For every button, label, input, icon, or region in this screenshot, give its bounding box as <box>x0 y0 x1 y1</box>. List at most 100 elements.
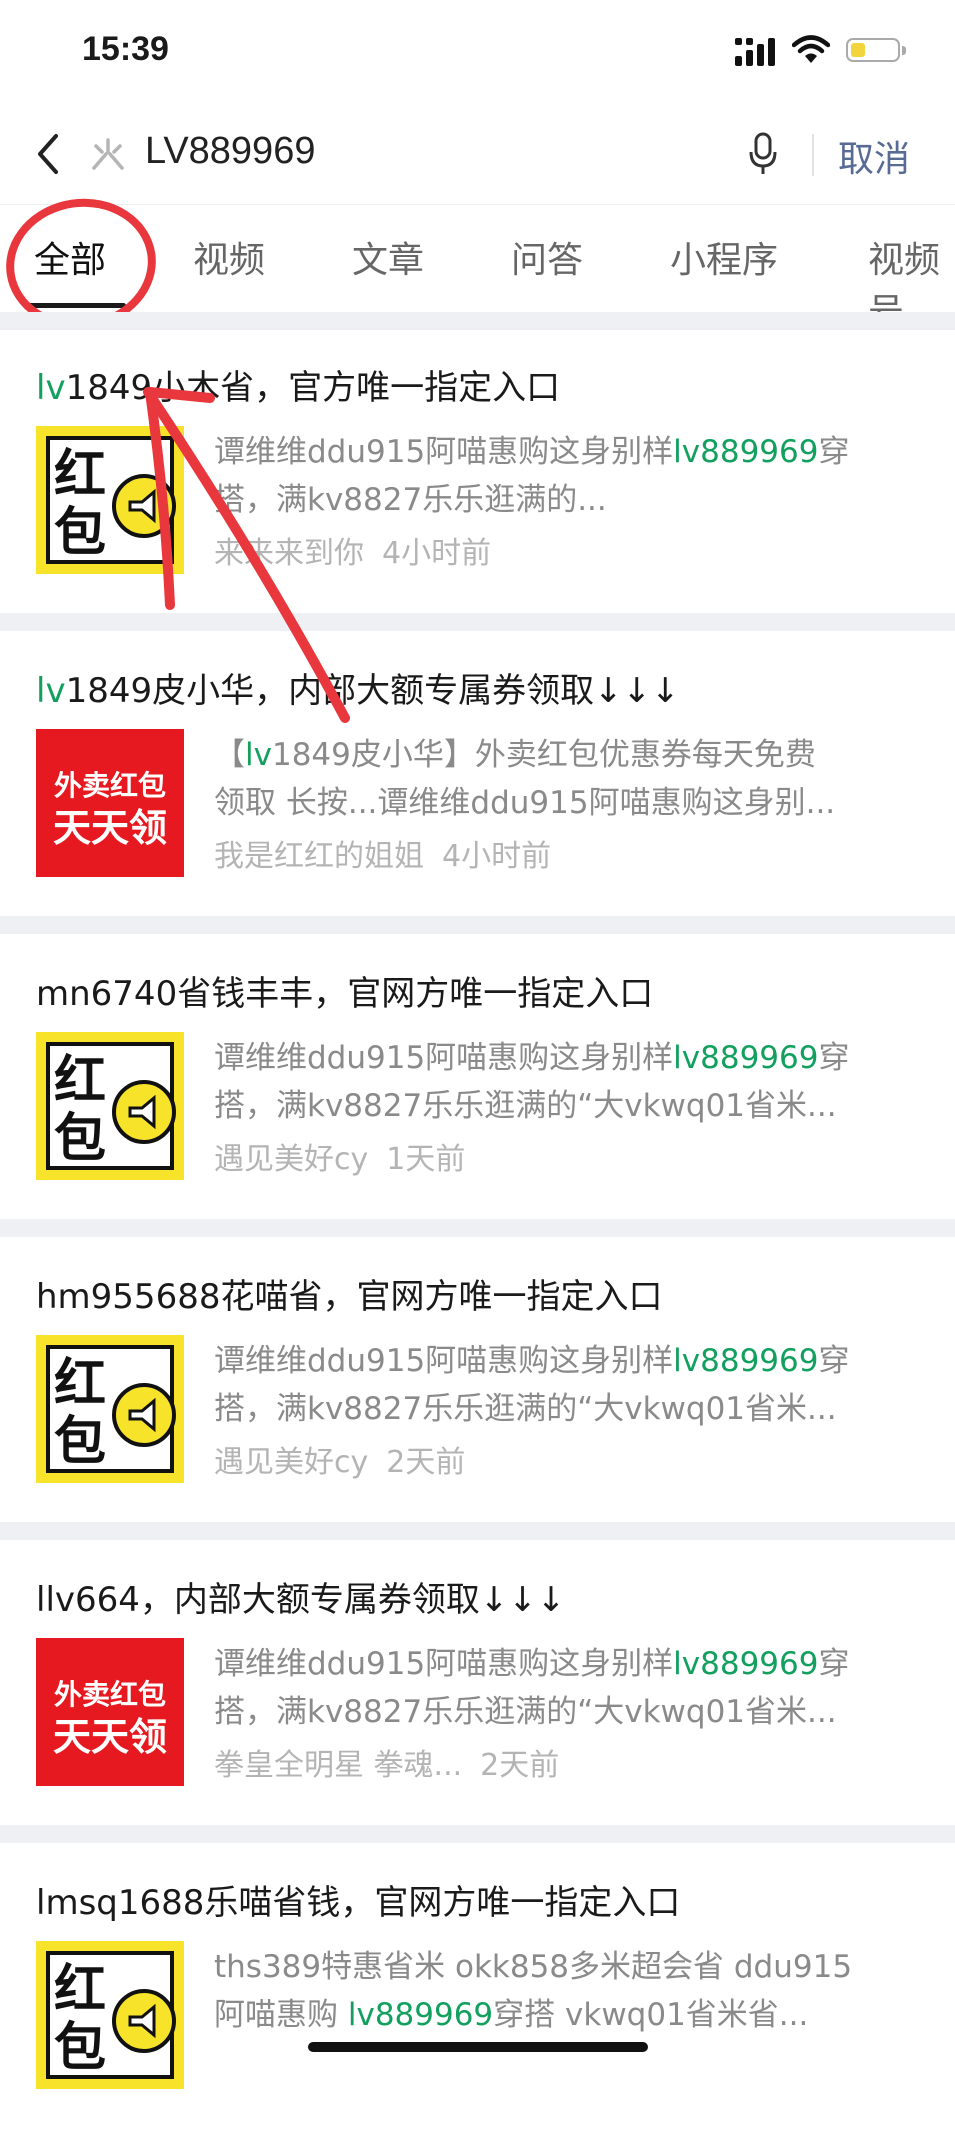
title-text: hm955688花喵省，官网方唯一指定入口 <box>36 1277 663 1317</box>
thumb-text-bottom: 包 <box>54 2018 106 2078</box>
result-item[interactable]: mn6740省钱丰丰，官网方唯一指定入口红包谭维维ddu915阿喵惠购这身别样l… <box>0 936 955 1221</box>
thumb-text-top: 红 <box>54 1960 106 2020</box>
result-time: 1天前 <box>386 1142 466 1177</box>
result-time: 2天前 <box>386 1445 466 1480</box>
result-meta: 遇见美好cy 1天前 <box>214 1134 465 1178</box>
title-text: 1849小木省，官方唯一指定入口 <box>65 368 561 408</box>
waimai-hongbao-thumbnail-icon: 外卖红包天天领 <box>36 729 184 877</box>
result-thumbnail[interactable]: 红包 <box>36 426 184 574</box>
status-bar: 15:39 <box>0 0 955 100</box>
title-highlight: lv <box>36 671 66 711</box>
thumb-text-top: 外卖红包 <box>54 1678 166 1711</box>
result-summary: 谭维维ddu915阿喵惠购这身别样lv889969穿 搭，满kv8827乐乐逛满的… <box>214 1034 914 1130</box>
filter-tabs: 全部 视频 文章 问答 小程序 视频号 <box>0 189 955 339</box>
section-separator <box>0 312 955 330</box>
wifi-icon <box>792 35 830 63</box>
result-thumbnail[interactable]: 红包 <box>36 1032 184 1180</box>
result-author: 拳皇全明星 拳魂... <box>214 1748 463 1783</box>
home-indicator[interactable] <box>308 2042 648 2052</box>
result-summary: 谭维维ddu915阿喵惠购这身别样lv889969穿 搭，满kv8827乐乐逛满的… <box>214 428 914 524</box>
result-separator <box>0 613 955 631</box>
title-highlight: lv <box>36 368 66 408</box>
summary-line-1: 谭维维ddu915阿喵惠购这身别样lv889969穿 <box>214 1343 850 1379</box>
result-time: 4小时前 <box>442 839 552 874</box>
result-time: 2天前 <box>480 1748 560 1783</box>
thumb-text-bottom: 包 <box>54 1109 106 1169</box>
thumb-text-bottom: 天天领 <box>53 806 167 850</box>
title-text: lmsq1688乐喵省钱，官网方唯一指定入口 <box>36 1883 681 1923</box>
result-meta: 遇见美好cy 2天前 <box>214 1437 465 1481</box>
search-input[interactable]: LV889969 <box>145 130 315 173</box>
result-thumbnail[interactable]: 外卖红包 天天领 <box>36 1638 184 1786</box>
divider <box>812 134 814 176</box>
search-bar: LV889969 取消 <box>0 110 955 202</box>
thumb-text-bottom: 包 <box>54 503 106 563</box>
summary-line-1: 【lv1849皮小华】外卖红包优惠券每天免费 <box>214 737 816 773</box>
result-title[interactable]: lv1849皮小华，内部大额专属券领取↓↓↓ <box>36 663 680 712</box>
title-text: mn6740省钱丰丰，官网方唯一指定入口 <box>36 974 654 1014</box>
red-envelope-thumbnail-icon: 红包 <box>36 1941 184 2089</box>
result-title[interactable]: lmsq1688乐喵省钱，官网方唯一指定入口 <box>36 1875 680 1924</box>
result-summary: 谭维维ddu915阿喵惠购这身别样lv889969穿 搭，满kv8827乐乐逛满的… <box>214 1337 914 1433</box>
summary-line-2: 搭，满kv8827乐乐逛满的... <box>214 482 607 518</box>
result-author: 来来来到你 <box>214 536 364 571</box>
red-envelope-thumbnail-icon: 红包 <box>36 426 184 574</box>
thumb-text-top: 外卖红包 <box>54 769 166 802</box>
result-separator <box>0 916 955 934</box>
result-meta <box>214 2043 232 2078</box>
battery-icon <box>846 38 906 62</box>
summary-line-2: 阿喵惠购 lv889969穿搭 vkwq01省米省... <box>214 1997 809 2033</box>
summary-line-1: 谭维维ddu915阿喵惠购这身别样lv889969穿 <box>214 1040 850 1076</box>
tab-qa[interactable]: 问答 <box>511 231 583 283</box>
thumb-text-bottom: 包 <box>54 1412 106 1472</box>
thumb-text-top: 红 <box>54 1051 106 1111</box>
thumb-text-bottom: 天天领 <box>53 1715 167 1759</box>
result-separator <box>0 1825 955 1843</box>
result-separator <box>0 1219 955 1237</box>
microphone-icon[interactable] <box>748 130 778 176</box>
summary-line-1: ths389特惠省米 okk858多米超会省 ddu915 <box>214 1949 853 1985</box>
result-title[interactable]: mn6740省钱丰丰，官网方唯一指定入口 <box>36 966 653 1015</box>
tab-video[interactable]: 视频 <box>193 231 265 283</box>
summary-line-2: 搭，满kv8827乐乐逛满的“大vkwq01省米... <box>214 1088 837 1124</box>
result-meta: 我是红红的姐姐 4小时前 <box>214 831 551 875</box>
red-envelope-thumbnail-icon: 红包 <box>36 1335 184 1483</box>
thumb-text-top: 红 <box>54 445 106 505</box>
summary-line-2: 搭，满kv8827乐乐逛满的“大vkwq01省米... <box>214 1694 837 1730</box>
result-summary: 【lv1849皮小华】外卖红包优惠券每天免费 领取 长按...谭维维ddu915阿… <box>214 731 914 827</box>
red-envelope-thumbnail-icon: 红包 <box>36 1032 184 1180</box>
result-meta: 来来来到你 4小时前 <box>214 528 491 572</box>
result-item[interactable]: hm955688花喵省，官网方唯一指定入口红包谭维维ddu915阿喵惠购这身别样… <box>0 1239 955 1524</box>
result-title[interactable]: llv664，内部大额专属券领取↓↓↓ <box>36 1572 565 1621</box>
summary-line-1: 谭维维ddu915阿喵惠购这身别样lv889969穿 <box>214 434 850 470</box>
search-sou-icon <box>92 138 124 170</box>
cancel-button[interactable]: 取消 <box>838 130 910 182</box>
tab-article[interactable]: 文章 <box>352 231 424 283</box>
waimai-hongbao-thumbnail-icon: 外卖红包天天领 <box>36 1638 184 1786</box>
result-summary: ths389特惠省米 okk858多米超会省 ddu915 阿喵惠购 lv8899… <box>214 1943 914 2039</box>
result-summary: 谭维维ddu915阿喵惠购这身别样lv889969穿 搭，满kv8827乐乐逛满的… <box>214 1640 914 1736</box>
result-item[interactable]: lv1849皮小华，内部大额专属券领取↓↓↓ 外卖红包 天天领 【lv1849皮小华】… <box>0 633 955 918</box>
result-author: 我是红红的姐姐 <box>214 839 424 874</box>
summary-line-2: 搭，满kv8827乐乐逛满的“大vkwq01省米... <box>214 1391 837 1427</box>
result-title[interactable]: hm955688花喵省，官网方唯一指定入口 <box>36 1269 662 1318</box>
cellular-signal-icon <box>735 38 775 66</box>
title-text: llv664，内部大额专属券领取↓↓↓ <box>36 1580 566 1620</box>
result-meta: 拳皇全明星 拳魂... 2天前 <box>214 1740 559 1784</box>
result-thumbnail[interactable]: 红包 <box>36 1941 184 2089</box>
result-item[interactable]: lmsq1688乐喵省钱，官网方唯一指定入口红包 ths389特惠省米 okk85… <box>0 1845 955 2130</box>
result-author: 遇见美好cy <box>214 1142 369 1177</box>
tab-mini-program[interactable]: 小程序 <box>670 231 778 283</box>
result-title[interactable]: lv1849小木省，官方唯一指定入口 <box>36 360 560 409</box>
result-item[interactable]: lv1849小木省，官方唯一指定入口红包谭维维ddu915阿喵惠购这身别样lv8… <box>0 330 955 615</box>
summary-line-2: 领取 长按...谭维维ddu915阿喵惠购这身别... <box>214 785 836 821</box>
back-arrow-icon[interactable] <box>30 130 70 178</box>
result-author: 遇见美好cy <box>214 1445 369 1480</box>
result-thumbnail[interactable]: 红包 <box>36 1335 184 1483</box>
result-item[interactable]: llv664，内部大额专属券领取↓↓↓ 外卖红包 天天领 谭维维ddu915阿喵惠购这… <box>0 1542 955 1827</box>
status-time: 15:39 <box>82 30 169 68</box>
result-thumbnail[interactable]: 外卖红包 天天领 <box>36 729 184 877</box>
result-time: 4小时前 <box>382 536 492 571</box>
summary-line-1: 谭维维ddu915阿喵惠购这身别样lv889969穿 <box>214 1646 850 1682</box>
title-text: 1849皮小华，内部大额专属券领取↓↓↓ <box>65 671 680 711</box>
